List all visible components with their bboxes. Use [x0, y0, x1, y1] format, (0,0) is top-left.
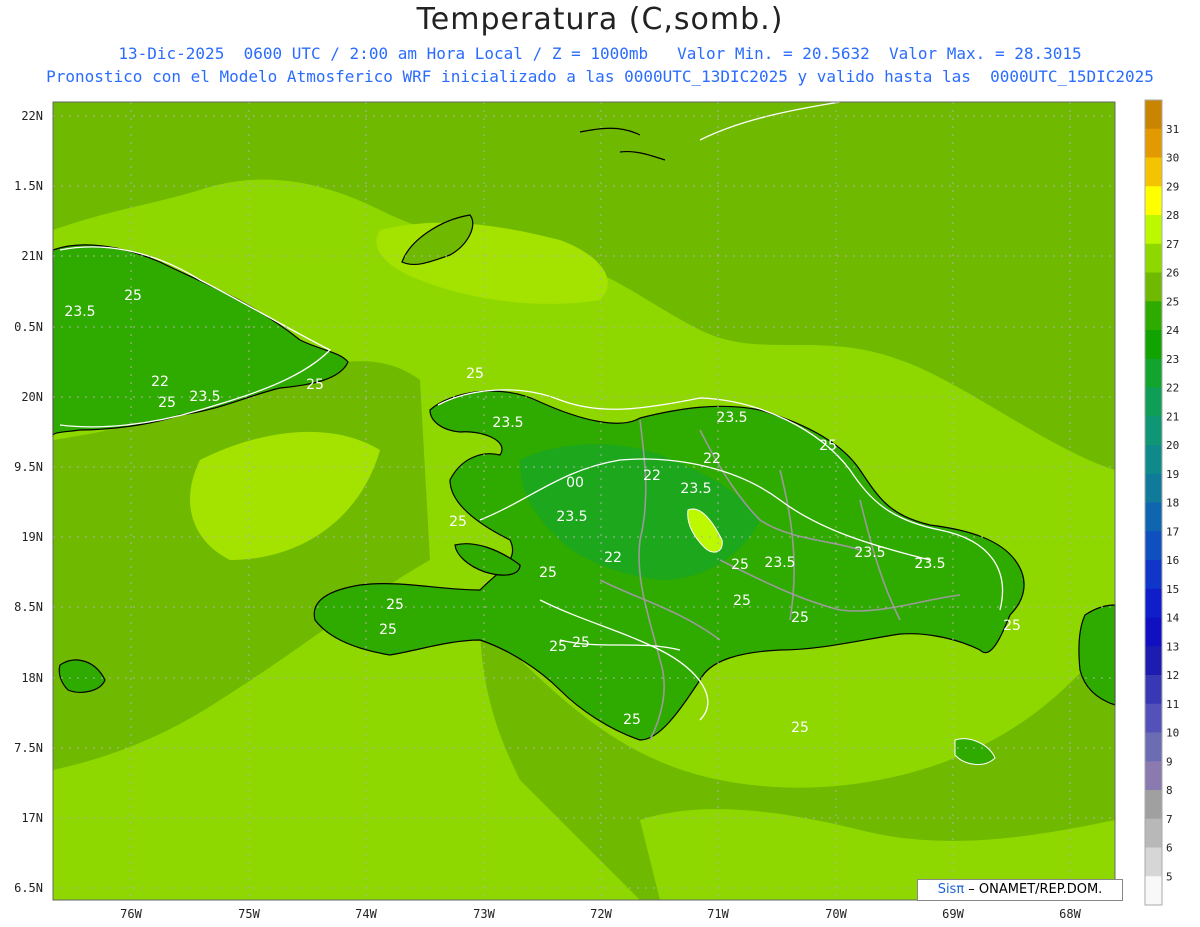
colorbar-label: 10 [1166, 727, 1179, 740]
colorbar-swatch [1145, 100, 1162, 130]
colorbar-label: 8 [1166, 784, 1173, 797]
colorbar-swatch [1145, 588, 1162, 618]
colorbar-swatch [1145, 790, 1162, 820]
colorbar-swatch [1145, 330, 1162, 360]
credit-brand: Sisπ [937, 882, 965, 897]
colorbar-swatch [1145, 675, 1162, 705]
colorbar-label: 13 [1166, 640, 1179, 653]
colorbar-swatch [1145, 215, 1162, 245]
colorbar-label: 9 [1166, 755, 1173, 768]
colorbar-swatch [1145, 646, 1162, 676]
credit-text: – ONAMET/REP.DOM. [964, 882, 1103, 897]
colorbar-label: 15 [1166, 583, 1179, 596]
colorbar-label: 12 [1166, 669, 1179, 682]
colorbar-label: 14 [1166, 612, 1180, 625]
colorbar-label: 27 [1166, 238, 1179, 251]
colorbar-swatch [1145, 531, 1162, 561]
credit-badge: Sisπ – ONAMET/REP.DOM. [917, 879, 1123, 901]
colorbar-swatch [1145, 847, 1162, 877]
colorbar-label: 6 [1166, 842, 1173, 855]
colorbar-swatch [1145, 761, 1162, 791]
colorbar-label: 11 [1166, 698, 1179, 711]
colorbar-swatch [1145, 272, 1162, 302]
colorbar-label: 28 [1166, 209, 1179, 222]
colorbar-swatch [1145, 818, 1162, 848]
colorbar-swatch [1145, 157, 1162, 187]
colorbar-label: 30 [1166, 152, 1179, 165]
colorbar-swatch [1145, 473, 1162, 503]
colorbar-label: 16 [1166, 554, 1179, 567]
colorbar-label: 22 [1166, 382, 1179, 395]
colorbar-swatch [1145, 617, 1162, 647]
colorbar-swatch [1145, 703, 1162, 733]
colorbar-swatch [1145, 876, 1162, 906]
colorbar-label: 21 [1166, 410, 1179, 423]
colorbar-label: 26 [1166, 267, 1179, 280]
colorbar-label: 7 [1166, 813, 1173, 826]
colorbar-swatch [1145, 301, 1162, 331]
colorbar-label: 20 [1166, 439, 1179, 452]
colorbar-label: 23 [1166, 353, 1179, 366]
colorbar-label: 31 [1166, 123, 1179, 136]
colorbar-label: 18 [1166, 497, 1179, 510]
colorbar-swatch [1145, 416, 1162, 446]
colorbar-label: 24 [1166, 324, 1180, 337]
colorbar-swatch [1145, 186, 1162, 216]
colorbar-label: 5 [1166, 870, 1173, 883]
colorbar-swatch [1145, 128, 1162, 158]
colorbar-label: 25 [1166, 295, 1179, 308]
colorbar-label: 29 [1166, 180, 1179, 193]
colorbar-swatch [1145, 732, 1162, 762]
colorbar-swatch [1145, 358, 1162, 388]
colorbar-swatch [1145, 502, 1162, 532]
colorbar-swatch [1145, 560, 1162, 590]
colorbar-label: 19 [1166, 468, 1179, 481]
colorbar-swatch [1145, 243, 1162, 273]
colorbar-label: 17 [1166, 525, 1179, 538]
colorbar-swatch [1145, 387, 1162, 417]
colorbar: 31 30 29 28 27 26 25 24 23 22 21 20 19 18 17 16 15 14 13 12… [1144, 99, 1180, 906]
colorbar-swatch [1145, 445, 1162, 475]
